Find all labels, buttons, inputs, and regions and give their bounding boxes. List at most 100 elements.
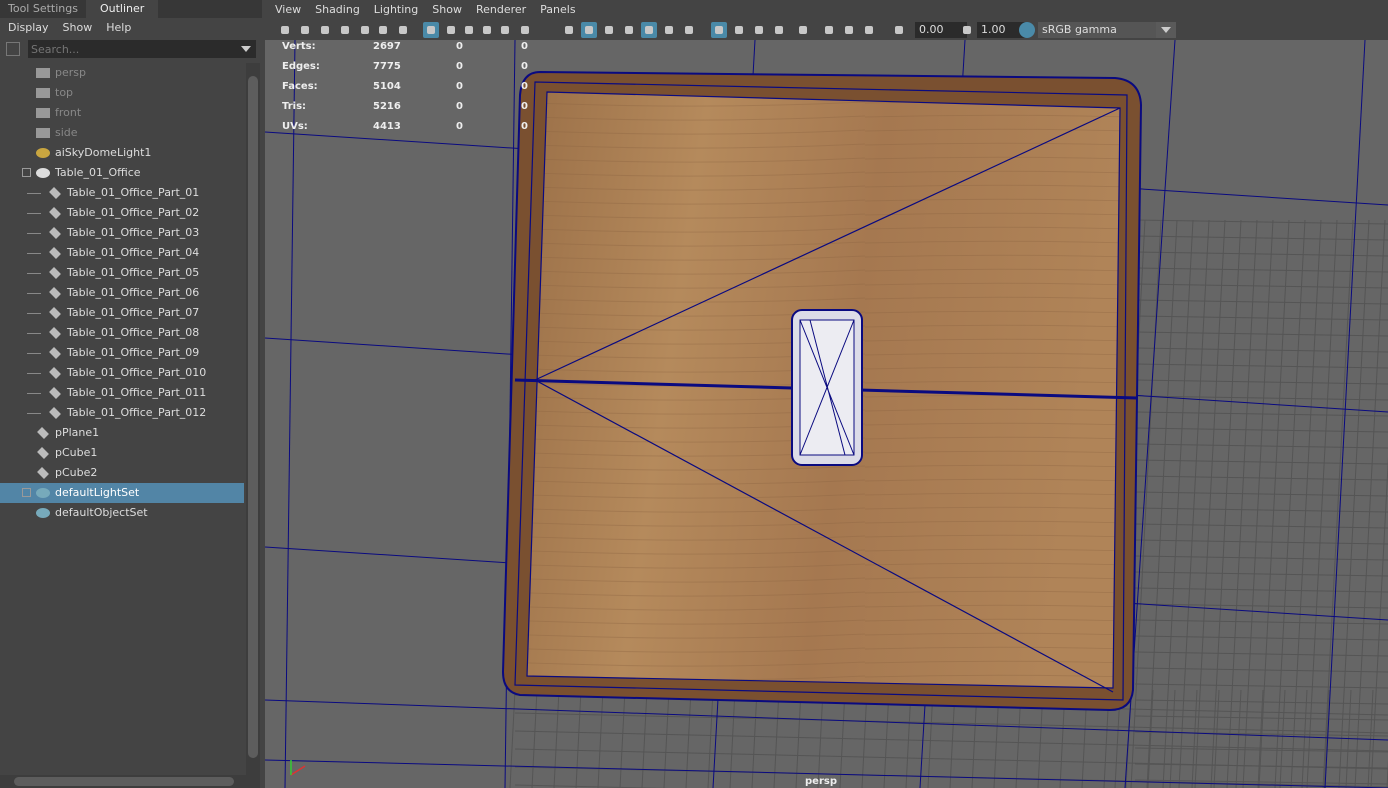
shadows-icon[interactable] xyxy=(681,22,697,38)
collapse-icon[interactable] xyxy=(22,168,31,177)
outliner-item[interactable]: defaultObjectSet xyxy=(0,503,244,523)
mesh-icon xyxy=(49,407,61,419)
color-space-dropdown[interactable] xyxy=(1156,22,1176,38)
menu-help[interactable]: Help xyxy=(106,21,131,35)
outliner-item[interactable]: front xyxy=(0,103,244,123)
outliner-item-label: Table_01_Office_Part_04 xyxy=(67,246,200,259)
3d-viewport[interactable] xyxy=(265,40,1388,788)
grid-icon[interactable] xyxy=(423,22,439,38)
outliner-item[interactable]: Table_01_Office_Part_010 xyxy=(0,363,244,383)
outliner-item[interactable]: Table_01_Office_Part_02 xyxy=(0,203,244,223)
outliner-item[interactable]: Table_01_Office_Part_01 xyxy=(0,183,244,203)
xray-active-icon[interactable] xyxy=(861,22,877,38)
color-management-toggle-icon[interactable] xyxy=(1019,22,1035,38)
motion-blur-icon[interactable] xyxy=(731,22,747,38)
tree-line xyxy=(27,273,41,274)
wireframe-icon[interactable] xyxy=(561,22,577,38)
menu-panels[interactable]: Panels xyxy=(540,3,575,17)
menu-view[interactable]: View xyxy=(275,3,301,17)
hud-value: 0 xyxy=(456,101,463,112)
2d-pan-zoom-icon[interactable] xyxy=(375,22,391,38)
outliner-item-label: pCube1 xyxy=(55,446,98,459)
isolate-select-icon[interactable] xyxy=(795,22,811,38)
bookmark-icon[interactable] xyxy=(337,22,353,38)
field-chart-icon[interactable] xyxy=(479,22,495,38)
outliner-item[interactable]: Table_01_Office_Part_09 xyxy=(0,343,244,363)
use-lights-icon[interactable] xyxy=(661,22,677,38)
grid-line xyxy=(1134,251,1388,257)
safe-title-icon[interactable] xyxy=(517,22,533,38)
outliner-item-label: Table_01_Office_Part_011 xyxy=(67,386,207,399)
menu-show[interactable]: Show xyxy=(63,21,93,35)
select-camera-icon[interactable] xyxy=(821,22,837,38)
default-material-icon[interactable] xyxy=(601,22,617,38)
menu-shading[interactable]: Shading xyxy=(315,3,360,17)
xray-icon[interactable] xyxy=(641,22,657,38)
menu-display[interactable]: Display xyxy=(8,21,49,35)
outliner-item[interactable]: Table_01_Office_Part_06 xyxy=(0,283,244,303)
frame-selection-icon[interactable] xyxy=(6,42,20,56)
grid-line xyxy=(1134,347,1388,353)
outliner-list: persp top front side aiSkyDomeLight1 Table_01… xyxy=(0,63,246,775)
camera-icon[interactable] xyxy=(277,22,293,38)
horizontal-scrollbar[interactable] xyxy=(0,775,260,788)
outliner-item[interactable]: Table_01_Office xyxy=(0,163,244,183)
expand-icon[interactable] xyxy=(22,488,31,497)
menu-renderer[interactable]: Renderer xyxy=(476,3,526,17)
image-plane-icon[interactable] xyxy=(357,22,373,38)
outliner-item[interactable]: pCube2 xyxy=(0,463,244,483)
vertical-scrollbar[interactable] xyxy=(246,63,260,775)
grid-line xyxy=(1134,651,1388,657)
search-input[interactable] xyxy=(28,40,256,58)
grid-line xyxy=(1279,689,1286,788)
outliner-item[interactable]: Table_01_Office_Part_05 xyxy=(0,263,244,283)
outliner-item[interactable]: Table_01_Office_Part_04 xyxy=(0,243,244,263)
outliner-item[interactable]: Table_01_Office_Part_08 xyxy=(0,323,244,343)
grease-pencil-icon[interactable] xyxy=(395,22,411,38)
outliner-item-label: pPlane1 xyxy=(55,426,100,439)
camera-lock-icon[interactable] xyxy=(297,22,313,38)
outliner-item[interactable]: pCube1 xyxy=(0,443,244,463)
resolution-gate-icon[interactable] xyxy=(461,22,477,38)
camera-attrs-icon[interactable] xyxy=(317,22,333,38)
anti-aliasing-icon[interactable] xyxy=(751,22,767,38)
depth-of-field-icon[interactable] xyxy=(771,22,787,38)
outliner-item[interactable]: persp xyxy=(0,63,244,83)
outliner-item[interactable]: side xyxy=(0,123,244,143)
wireframe-on-shaded-icon[interactable] xyxy=(621,22,637,38)
camera-icon xyxy=(36,88,50,98)
tab-tool-settings[interactable]: Tool Settings xyxy=(0,0,86,18)
outliner-item[interactable]: Table_01_Office_Part_012 xyxy=(0,403,244,423)
hscroll-thumb[interactable] xyxy=(14,777,234,786)
xray-joints-icon[interactable] xyxy=(841,22,857,38)
smooth-shade-icon[interactable] xyxy=(581,22,597,38)
mesh-icon xyxy=(49,267,61,279)
tab-outliner[interactable]: Outliner xyxy=(85,0,159,18)
backface-icon[interactable] xyxy=(891,22,907,38)
film-gate-icon[interactable] xyxy=(443,22,459,38)
tree-line xyxy=(27,193,41,194)
outliner-item[interactable]: pPlane1 xyxy=(0,423,244,443)
search-dropdown-icon[interactable] xyxy=(241,46,251,52)
grid-line xyxy=(729,689,736,788)
screen-ambient-occlusion-icon[interactable] xyxy=(711,22,727,38)
menu-lighting[interactable]: Lighting xyxy=(374,3,418,17)
menu-show[interactable]: Show xyxy=(432,3,462,17)
safe-action-icon[interactable] xyxy=(497,22,513,38)
scroll-thumb[interactable] xyxy=(248,76,258,758)
outliner-item[interactable]: defaultLightSet xyxy=(0,483,244,503)
grid-line xyxy=(1178,219,1210,788)
hud-value: 4413 xyxy=(373,121,401,132)
outliner-item[interactable]: Table_01_Office_Part_07 xyxy=(0,303,244,323)
tree-line xyxy=(27,353,41,354)
gamma-icon[interactable] xyxy=(959,22,975,38)
grid-line xyxy=(685,689,692,788)
tree-line xyxy=(27,213,41,214)
grid-line xyxy=(1194,219,1226,788)
outliner-item[interactable]: Table_01_Office_Part_011 xyxy=(0,383,244,403)
outliner-item[interactable]: top xyxy=(0,83,244,103)
outliner-item[interactable]: aiSkyDomeLight1 xyxy=(0,143,244,163)
outliner-item[interactable]: Table_01_Office_Part_03 xyxy=(0,223,244,243)
hud-label: Tris: xyxy=(282,101,307,112)
outliner-menu: Display Show Help xyxy=(0,18,262,38)
